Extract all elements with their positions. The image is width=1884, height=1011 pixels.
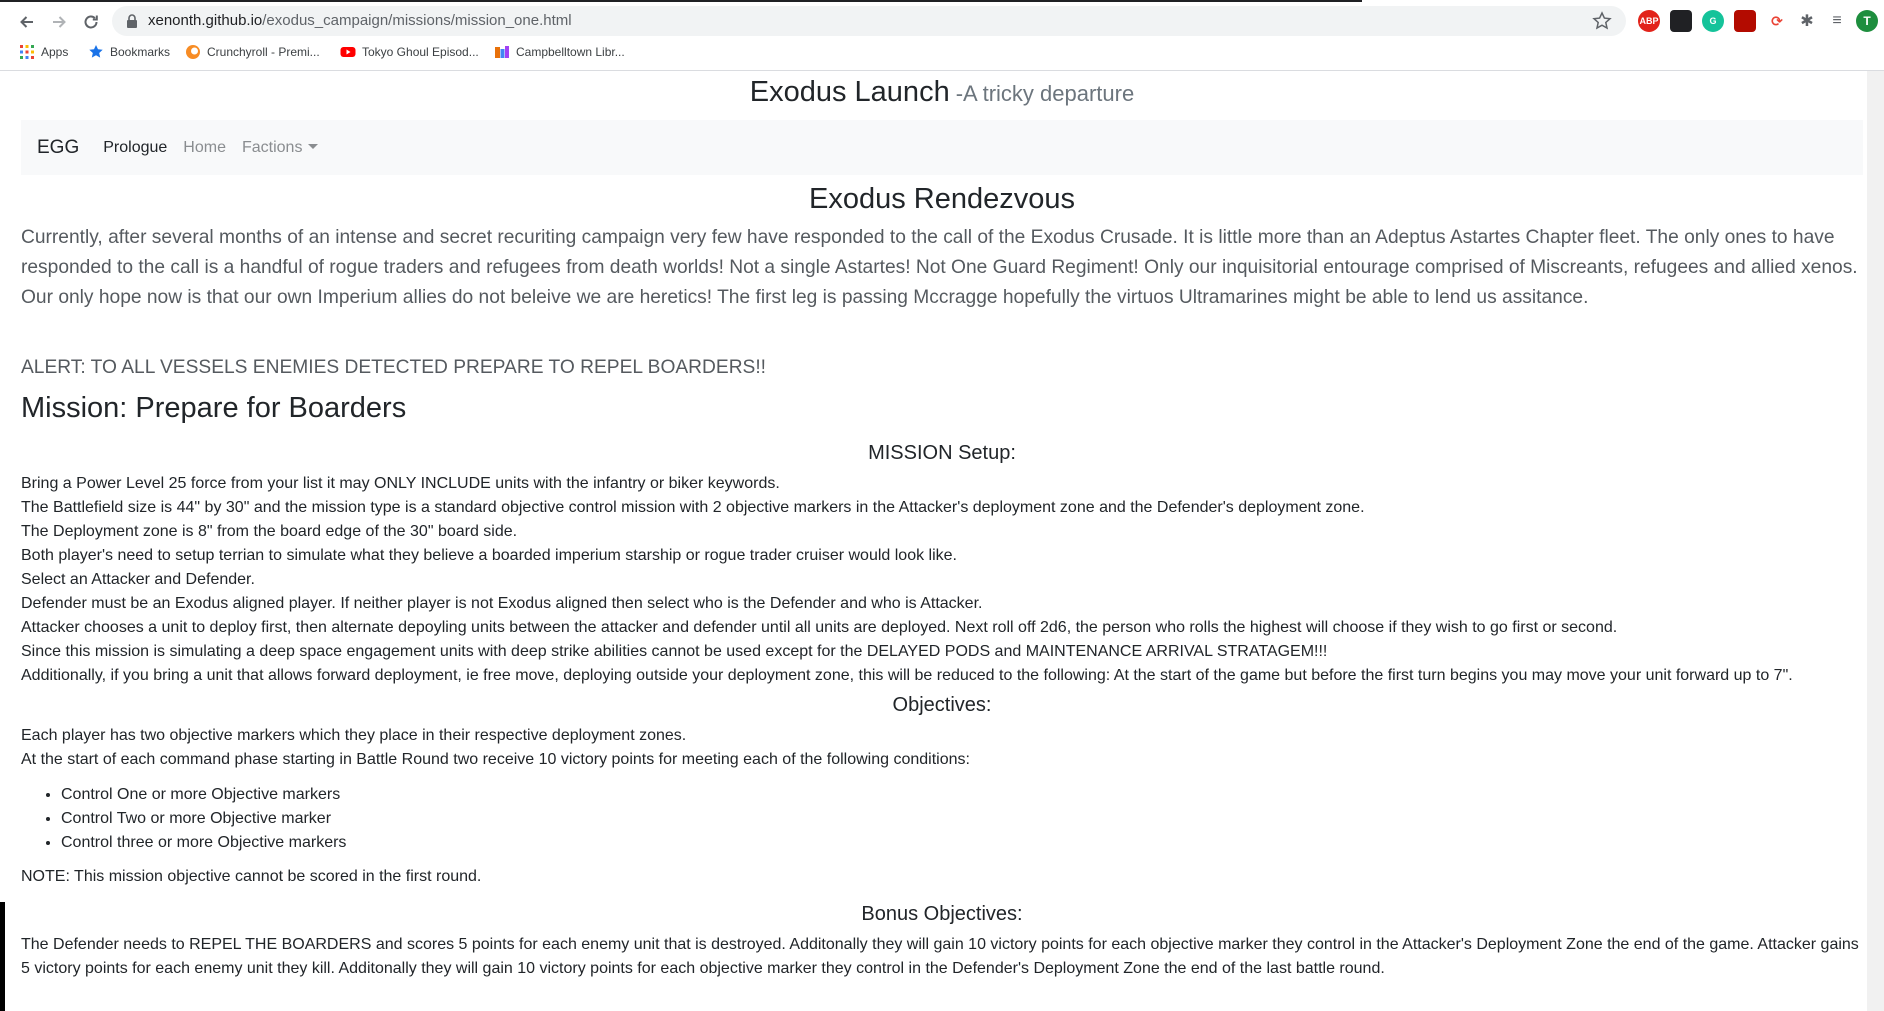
setup-line: The Deployment zone is 8" from the board… <box>21 523 518 540</box>
browser-toolbar: xenonth.github.io/exodus_campaign/missio… <box>0 0 1884 71</box>
section-title: Exodus Rendezvous <box>809 183 1075 215</box>
extension-icon[interactable] <box>1670 10 1692 32</box>
objectives-list: Control One or more Objective markers Co… <box>61 783 1863 855</box>
navbar: EGG Prologue Home Factions <box>21 120 1863 175</box>
bookmark-crunchyroll[interactable]: Crunchyroll - Premi... <box>185 44 320 60</box>
setup-line: The Battlefield size is 44" by 30" and t… <box>21 499 1365 516</box>
bookmark-campbelltown[interactable]: Campbelltown Libr... <box>494 44 625 60</box>
objectives-text: Each player has two objective markers wh… <box>21 724 1863 772</box>
site-title: Exodus Launch <box>749 76 950 108</box>
objectives-heading: Objectives: <box>892 694 992 716</box>
youtube-icon <box>340 47 356 57</box>
nav-item-home[interactable]: Home <box>183 139 226 157</box>
forward-arrow-icon <box>53 16 66 28</box>
setup-line: Attacker chooses a unit to deploy first,… <box>21 619 1618 636</box>
extensions-puzzle-icon[interactable]: ✱ <box>1796 10 1818 32</box>
nav-item-factions-label: Factions <box>241 138 303 156</box>
bookmark-tokyo-ghoul[interactable]: Tokyo Ghoul Episod... <box>340 44 479 60</box>
setup-line: Additionally, if you bring a unit that a… <box>21 667 1793 684</box>
url-text: xenonth.github.io/exodus_campaign/missio… <box>148 12 572 29</box>
setup-line: Since this mission is simulating a deep … <box>21 643 1328 660</box>
navbar-brand[interactable]: EGG <box>37 137 79 159</box>
reload-button[interactable] <box>78 9 104 35</box>
nav-item-factions-dropdown[interactable]: Factions <box>241 138 319 157</box>
objectives-line: At the start of each command phase start… <box>21 751 970 768</box>
library-icon <box>495 46 509 58</box>
setup-heading: MISSION Setup: <box>868 442 1016 464</box>
url-path: /exodus_campaign/missions/mission_one.ht… <box>262 12 572 29</box>
setup-line: Bring a Power Level 25 force from your l… <box>21 475 780 492</box>
bookmark-label: Apps <box>41 45 69 59</box>
list-item: Control Two or more Objective marker <box>61 807 1863 831</box>
setup-line: Select an Attacker and Defender. <box>21 571 255 588</box>
mission-title: Mission: Prepare for Boarders <box>21 392 407 424</box>
window-edge <box>0 902 5 1011</box>
bookmark-label: Tokyo Ghoul Episod... <box>362 45 479 59</box>
bookmark-label: Bookmarks <box>110 45 171 59</box>
objective-note: NOTE: This mission objective cannot be s… <box>21 868 482 885</box>
scrollbar-track[interactable] <box>1867 71 1884 1011</box>
url-domain: xenonth.github.io <box>148 12 263 29</box>
bookmark-bookmarks[interactable]: Bookmarks <box>88 44 170 60</box>
site-subtitle: -A tricky departure <box>955 81 1135 106</box>
bookmark-apps[interactable]: Apps <box>19 44 68 60</box>
crunchyroll-icon <box>186 45 200 59</box>
back-button[interactable] <box>14 9 40 35</box>
adblock-extension-icon[interactable]: ABP <box>1638 10 1660 32</box>
profile-avatar[interactable]: T <box>1856 10 1878 32</box>
grammarly-extension-icon[interactable]: G <box>1702 10 1724 32</box>
bonus-heading: Bonus Objectives: <box>861 903 1023 925</box>
apps-grid-icon <box>20 45 34 59</box>
objectives-line: Each player has two objective markers wh… <box>21 727 687 744</box>
page-content: Exodus Launch -A tricky departure EGG Pro… <box>21 72 1863 981</box>
setup-instructions: Bring a Power Level 25 force from your l… <box>21 472 1863 688</box>
reload-icon <box>84 15 98 29</box>
bookmark-label: Crunchyroll - Premi... <box>207 45 320 59</box>
intro-paragraph: Currently, after several months of an in… <box>21 227 1858 308</box>
tab-strip-edge <box>0 0 1362 2</box>
setup-line: Defender must be an Exodus aligned playe… <box>21 595 983 612</box>
list-item: Control three or more Objective markers <box>61 831 1863 855</box>
caret-down-icon <box>308 143 319 149</box>
back-arrow-icon <box>20 16 33 28</box>
cast-extension-icon[interactable]: ⟳ <box>1766 10 1788 32</box>
site-header: Exodus Launch -A tricky departure <box>21 76 1863 116</box>
bookmark-star-icon[interactable] <box>1592 11 1612 31</box>
bookmarks-bar: Apps Bookmarks Crunchyroll - Premi... To… <box>0 40 1884 66</box>
setup-line: Both player's need to setup terrian to s… <box>21 547 957 564</box>
lock-icon <box>127 14 137 28</box>
media-control-icon[interactable]: ≡ <box>1826 10 1848 32</box>
bookmark-label: Campbelltown Libr... <box>516 45 625 59</box>
star-icon <box>89 45 103 58</box>
alert-message: ALERT: TO ALL VESSELS ENEMIES DETECTED P… <box>21 357 767 378</box>
nav-item-prologue[interactable]: Prologue <box>103 139 167 157</box>
pdf-extension-icon[interactable] <box>1734 10 1756 32</box>
address-bar[interactable]: xenonth.github.io/exodus_campaign/missio… <box>112 6 1626 36</box>
bonus-paragraph: The Defender needs to REPEL THE BOARDERS… <box>21 936 1859 977</box>
forward-button[interactable] <box>46 9 72 35</box>
list-item: Control One or more Objective markers <box>61 783 1863 807</box>
